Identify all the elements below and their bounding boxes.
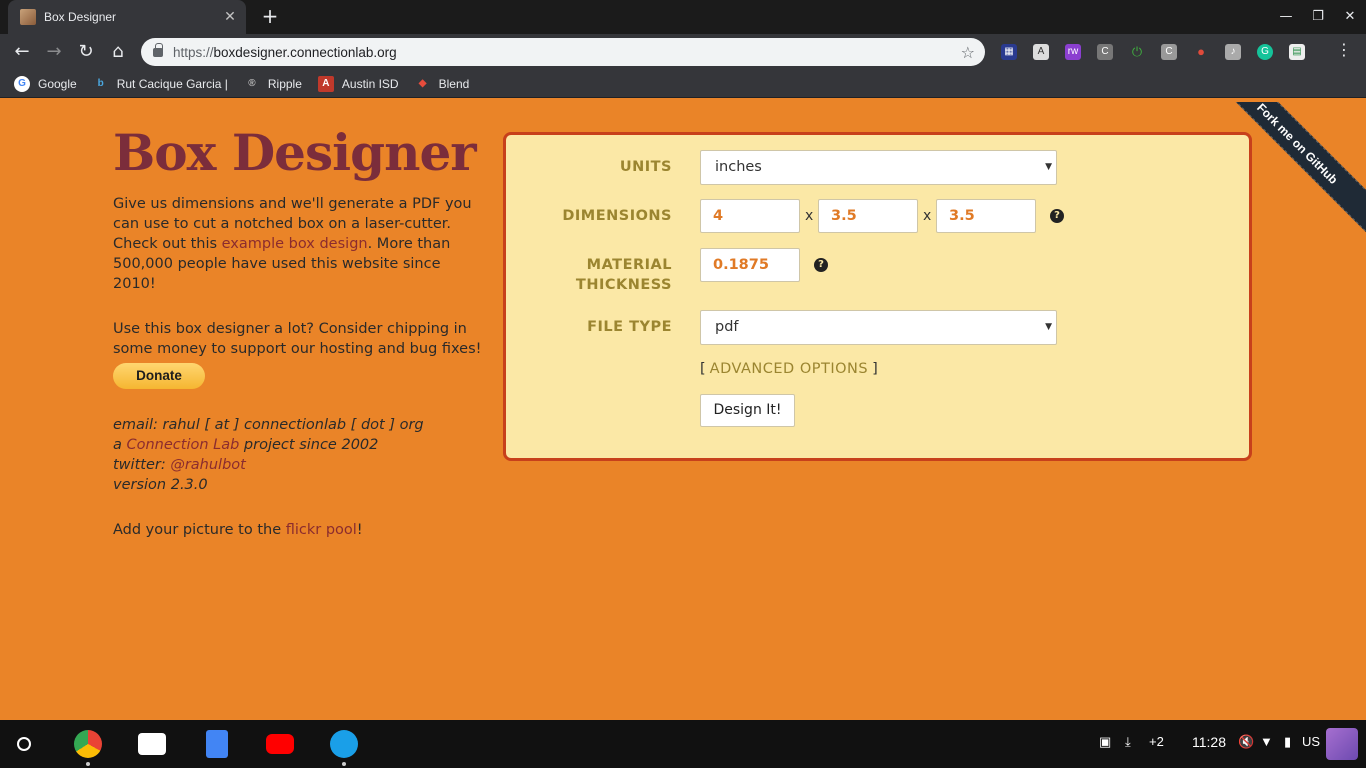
running-indicator <box>342 762 346 766</box>
donate-button[interactable]: Donate <box>113 363 205 389</box>
launcher-icon[interactable] <box>17 737 31 751</box>
example-box-link[interactable]: example box design <box>222 236 368 252</box>
contact-info: email: rahul [ at ] connectionlab [ dot … <box>113 415 483 495</box>
times-sign: x <box>923 208 932 224</box>
grammarly-icon[interactable]: G <box>1257 44 1273 60</box>
tab-strip: Box Designer ✕ + — ❐ ✕ <box>0 0 1366 34</box>
gmail-icon[interactable] <box>138 733 166 755</box>
blend-icon: ◆ <box>418 77 427 89</box>
chrome-icon[interactable] <box>74 730 102 758</box>
version-line: version 2.3.0 <box>113 477 208 493</box>
files-icon[interactable] <box>330 730 358 758</box>
thickness-help-icon[interactable]: ? <box>814 258 828 272</box>
docs-icon[interactable] <box>206 730 228 758</box>
support-text: Use this box designer a lot? Consider ch… <box>113 321 482 357</box>
left-column: Box Designer Give us dimensions and we'l… <box>113 102 483 540</box>
height-input[interactable]: 3.5 <box>818 199 918 233</box>
battery-icon[interactable]: ▮ <box>1284 734 1291 750</box>
tab-title: Box Designer <box>44 10 117 24</box>
bookmark-blend[interactable]: ◆ Blend <box>415 76 470 92</box>
austin-isd-icon: A <box>317 75 334 92</box>
b-icon: b <box>97 77 104 89</box>
thickness-input[interactable]: 0.1875 <box>700 248 800 282</box>
lock-icon <box>153 42 163 57</box>
reload-icon[interactable]: ↻ <box>72 38 100 66</box>
minimize-icon[interactable]: — <box>1271 0 1301 34</box>
dimensions-label: DIMENSIONS <box>562 208 672 224</box>
depth-input[interactable]: 3.5 <box>936 199 1036 233</box>
thickness-label: MATERIAL THICKNESS <box>575 257 672 293</box>
file-type-label: FILE TYPE <box>587 319 672 335</box>
project-line: a Connection Lab project since 2002 <box>113 437 379 453</box>
bookmark-rut[interactable]: b Rut Cacique Garcia | <box>93 76 228 92</box>
power-extension-icon[interactable]: ⏻ <box>1129 44 1145 60</box>
twitter-link[interactable]: @rahulbot <box>170 457 246 473</box>
mute-icon[interactable]: 🔇 <box>1238 734 1254 750</box>
extension-1-icon[interactable]: ▦ <box>1001 44 1017 60</box>
advanced-options: [ADVANCED OPTIONS] <box>700 361 878 377</box>
dropdown-arrow-icon: ▼ <box>1045 322 1052 332</box>
screenshot-icon[interactable]: ▣ <box>1099 734 1111 750</box>
youtube-icon[interactable] <box>266 734 294 754</box>
site-favicon-icon <box>20 9 36 25</box>
tab-box-designer[interactable]: Box Designer ✕ <box>8 0 246 34</box>
ripple-icon: ® <box>248 77 256 89</box>
bookmark-austin-isd[interactable]: A Austin ISD <box>317 75 399 92</box>
download-icon[interactable]: ⤓ <box>1125 734 1131 750</box>
close-tab-icon[interactable]: ✕ <box>222 9 238 25</box>
flickr-text: Add your picture to the flickr pool! <box>113 522 363 538</box>
notification-count[interactable]: +2 <box>1149 734 1164 749</box>
user-avatar[interactable] <box>1326 728 1358 760</box>
forward-icon[interactable]: → <box>40 38 68 66</box>
times-sign: x <box>805 208 814 224</box>
email-line: email: rahul [ at ] connectionlab [ dot … <box>113 417 424 433</box>
extension-6-icon[interactable]: C <box>1161 44 1177 60</box>
back-icon[interactable]: ← <box>8 38 36 66</box>
connection-lab-link[interactable]: Connection Lab <box>127 437 240 453</box>
extension-10-icon[interactable]: ▤ <box>1289 44 1305 60</box>
file-type-select[interactable]: pdf ▼ <box>700 310 1057 345</box>
intro-text: Give us dimensions and we'll generate a … <box>113 196 472 292</box>
new-tab-icon[interactable]: + <box>256 4 284 30</box>
dimensions-help-icon[interactable]: ? <box>1050 209 1064 223</box>
dropdown-arrow-icon: ▼ <box>1045 162 1052 172</box>
address-bar[interactable]: https://boxdesigner.connectionlab.org ☆ <box>141 38 985 66</box>
locale-indicator[interactable]: US <box>1302 734 1320 749</box>
box-form-panel: UNITS inches ▼ DIMENSIONS 4 x 3.5 x 3.5 … <box>503 132 1252 461</box>
extension-3-icon[interactable]: rw <box>1065 44 1081 60</box>
url-text: https://boxdesigner.connectionlab.org <box>173 44 397 60</box>
bookmark-ripple[interactable]: ® Ripple <box>244 76 302 92</box>
advanced-options-link[interactable]: ADVANCED OPTIONS <box>710 361 868 377</box>
google-icon: G <box>14 75 30 92</box>
extension-8-icon[interactable]: ♪ <box>1225 44 1241 60</box>
page-content: Box Designer Give us dimensions and we'l… <box>0 102 1366 720</box>
bookmark-star-icon[interactable]: ☆ <box>961 43 975 62</box>
units-select[interactable]: inches ▼ <box>700 150 1057 185</box>
restore-icon[interactable]: ❐ <box>1303 0 1333 34</box>
extension-2-icon[interactable]: A <box>1033 44 1049 60</box>
twitter-line: twitter: @rahulbot <box>113 457 246 473</box>
page-title: Box Designer <box>113 123 477 182</box>
clock[interactable]: 11:28 <box>1192 734 1226 750</box>
units-label: UNITS <box>619 159 672 175</box>
running-indicator <box>86 762 90 766</box>
browser-menu-icon[interactable]: ⋮ <box>1336 40 1352 59</box>
flickr-pool-link[interactable]: flickr pool <box>286 522 357 538</box>
bookmarks-bar: G Google b Rut Cacique Garcia | ® Ripple… <box>0 70 1366 98</box>
wifi-icon[interactable]: ▼ <box>1260 734 1273 749</box>
width-input[interactable]: 4 <box>700 199 800 233</box>
close-window-icon[interactable]: ✕ <box>1335 0 1365 34</box>
extension-4-icon[interactable]: C <box>1097 44 1113 60</box>
extension-7-icon[interactable]: ● <box>1193 44 1209 60</box>
os-shelf: ▣ ⤓ +2 11:28 🔇 ▼ ▮ US <box>0 720 1366 768</box>
bookmark-google[interactable]: G Google <box>14 75 77 92</box>
design-it-button[interactable]: Design It! <box>700 394 795 427</box>
home-icon[interactable]: ⌂ <box>104 38 132 66</box>
